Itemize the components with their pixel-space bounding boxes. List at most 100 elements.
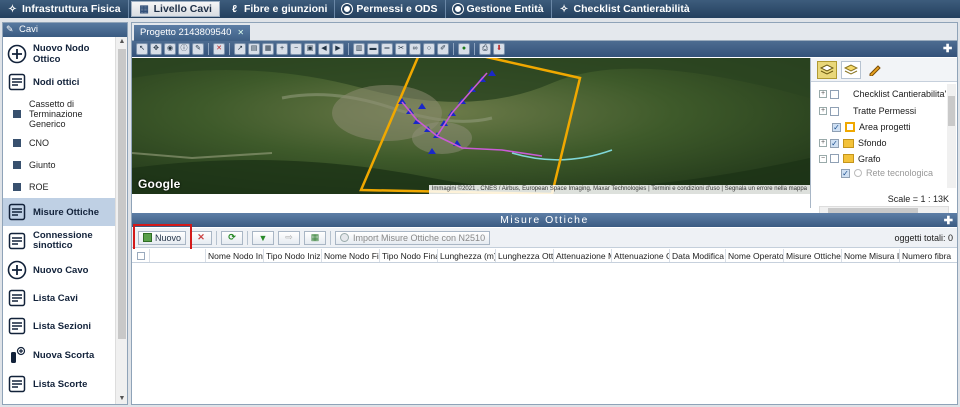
sidebar-scroll-thumb[interactable]	[118, 49, 126, 339]
column-header-tipo-nodo-iniziale[interactable]: Tipo Nodo Inizia	[264, 249, 322, 262]
identify-icon[interactable]: ⓘ	[178, 43, 190, 55]
sidebar-subitem-roe[interactable]: ROE	[3, 176, 115, 198]
zoom-extent-icon[interactable]: ▣	[304, 43, 316, 55]
tab-gestione-entita[interactable]: Gestione Entità	[446, 0, 552, 18]
layer-tratte-permessi[interactable]: + Tratte Permessi	[811, 103, 957, 119]
layer-rete-tecnologica[interactable]: Rete tecnologica	[811, 166, 957, 180]
table-view-button[interactable]: ▦	[304, 230, 327, 245]
layers-scrollbar[interactable]	[947, 84, 956, 188]
layer-checkbox[interactable]	[830, 154, 839, 163]
column-header-tipo-nodo-finale[interactable]: Tipo Nodo Final	[380, 249, 438, 262]
layer-checkbox[interactable]	[830, 89, 839, 99]
chart-icon[interactable]: ▬	[367, 43, 379, 55]
sidebar-item-lista-cavi[interactable]: Lista Cavi	[3, 284, 115, 312]
export-icon[interactable]: ⬇	[493, 43, 505, 55]
sidebar-item-connessione-sinottico[interactable]: Connessione sinottico	[3, 226, 115, 256]
refresh-button[interactable]: ⟳	[221, 230, 244, 245]
column-header-nome-nodo-iniziale[interactable]: Nome Nodo Iniz	[206, 249, 264, 262]
column-header-lunghezza-ottica[interactable]: Lunghezza Ottic	[496, 249, 554, 262]
node-icon[interactable]: ○	[423, 43, 435, 55]
zoom-next-icon[interactable]: ▶	[332, 43, 344, 55]
sidebar-item-nuovo-cavo[interactable]: Nuovo Cavo	[3, 256, 115, 284]
layer-area-progetti[interactable]: Area progetti	[811, 119, 957, 135]
column-header-attenuazione-misurata[interactable]: Attenuazione M	[554, 249, 612, 262]
expand-icon[interactable]: +	[819, 107, 827, 115]
ruler-icon[interactable]: ═	[381, 43, 393, 55]
expand-icon[interactable]: +	[819, 90, 827, 98]
column-header-misure-ottiche[interactable]: Misure Ottiche I	[784, 249, 842, 262]
tab-checklist-cantierabilita[interactable]: ✧ Checklist Cantierabilità	[552, 0, 697, 18]
pencil-icon[interactable]: ✎	[192, 43, 204, 55]
pan-icon[interactable]: ✥	[150, 43, 162, 55]
import-misure-button[interactable]: Import Misure Ottiche con N2510	[335, 230, 491, 245]
layers-outline-icon[interactable]	[841, 60, 861, 79]
select-all-checkbox[interactable]	[137, 252, 145, 260]
tab-infrastruttura-fisica[interactable]: ✧ Infrastruttura Fisica	[0, 0, 129, 18]
layers-panel: + Checklist Cantierabilita' + Tratte Per…	[810, 58, 957, 214]
layer-checkbox[interactable]	[830, 138, 839, 148]
layers-scroll-thumb[interactable]	[948, 96, 955, 126]
sidebar-subitem-giunto[interactable]: Giunto	[3, 154, 115, 176]
edit-icon[interactable]: ✐	[437, 43, 449, 55]
sidebar-item-nuovo-nodo-ottico[interactable]: Nuovo Nodo Ottico	[3, 40, 115, 68]
layers-stack-icon[interactable]	[817, 60, 837, 79]
table-icon[interactable]: ▥	[353, 43, 365, 55]
sidebar-subitem-cno[interactable]: CNO	[3, 132, 115, 154]
column-header-nome-misura[interactable]: Nome Misura In	[842, 249, 900, 262]
collapse-icon[interactable]: −	[819, 154, 827, 163]
zoom-out-icon[interactable]: −	[290, 43, 302, 55]
expand-icon[interactable]: ✚	[944, 214, 953, 228]
layers-icon[interactable]: ▤	[248, 43, 260, 55]
project-tab[interactable]: Progetto 2143809540 ✕	[134, 25, 251, 41]
tab-permessi-ods[interactable]: Permessi e ODS	[335, 0, 446, 18]
export-button[interactable]: ⇨	[278, 230, 301, 245]
legend-pencil-icon[interactable]	[865, 61, 885, 79]
sidebar-item-lista-sezioni[interactable]: Lista Sezioni	[3, 312, 115, 340]
layer-sfondo[interactable]: + Sfondo	[811, 135, 957, 151]
cut-icon[interactable]: ✂	[395, 43, 407, 55]
close-red-icon[interactable]: ✕	[213, 43, 225, 55]
tab-fibre-giunzioni[interactable]: ℓ Fibre e giunzioni	[222, 0, 336, 18]
map-viewport[interactable]: Google Immagini ©2021 , CNES / Airbus, E…	[132, 58, 810, 194]
project-tab-label: Progetto 2143809540	[140, 27, 232, 38]
zoom-in-icon[interactable]: +	[276, 43, 288, 55]
column-header-lunghezza[interactable]: Lunghezza (m)	[438, 249, 496, 262]
scroll-up-icon[interactable]: ▲	[116, 37, 128, 47]
layer-checkbox[interactable]	[830, 106, 839, 116]
close-icon[interactable]: ✕	[237, 28, 244, 37]
delete-button[interactable]: ✕	[190, 230, 213, 245]
network-icon[interactable]: ●	[458, 43, 470, 55]
sidebar-item-nuova-scorta[interactable]: Nuova Scorta	[3, 340, 115, 370]
globe-icon[interactable]: ◉	[164, 43, 176, 55]
layer-checklist-cantierabilita[interactable]: + Checklist Cantierabilita'	[811, 85, 957, 103]
measure-icon[interactable]: ↗	[234, 43, 246, 55]
tab-label: Livello Cavi	[153, 3, 212, 15]
tab-livello-cavi[interactable]: ▦ Livello Cavi	[130, 1, 220, 17]
sidebar-item-lista-scorte[interactable]: Lista Scorte	[3, 370, 115, 398]
column-header-data-modifica[interactable]: Data Modifica	[670, 249, 726, 262]
layer-grafo[interactable]: − Grafo	[811, 151, 957, 166]
link-icon[interactable]: ∞	[409, 43, 421, 55]
sidebar-item-nodi-ottici[interactable]: Nodi ottici	[3, 68, 115, 96]
grid-header-select[interactable]	[132, 249, 150, 262]
layer-symbol-icon	[854, 169, 862, 177]
sidebar-scrollbar[interactable]: ▲ ▼	[115, 37, 127, 404]
column-header-numero-fibra[interactable]: Numero fibra	[900, 249, 956, 262]
column-header-attenuazione-ottica[interactable]: Attenuazione Ot	[612, 249, 670, 262]
grid-body[interactable]	[132, 264, 957, 404]
column-header-nome-operatore[interactable]: Nome Operator	[726, 249, 784, 262]
expand-icon[interactable]: ✚	[943, 44, 953, 55]
select-arrow-icon[interactable]: ↖	[136, 43, 148, 55]
column-header-nome-nodo-finale[interactable]: Nome Nodo Fin	[322, 249, 380, 262]
scroll-down-icon[interactable]: ▼	[116, 394, 128, 404]
grid-icon[interactable]: ▦	[262, 43, 274, 55]
layer-checkbox[interactable]	[832, 122, 841, 132]
layer-checkbox[interactable]	[841, 168, 850, 178]
sidebar-item-misure-ottiche[interactable]: Misure Ottiche	[3, 198, 115, 226]
filter-button[interactable]: ▼	[252, 230, 275, 245]
sidebar-subitem-cassetto[interactable]: Cassetto di Terminazione Generico	[3, 96, 115, 132]
map-attribution[interactable]: Immagini ©2021 , CNES / Airbus, European…	[428, 185, 810, 194]
expand-icon[interactable]: +	[819, 139, 827, 147]
zoom-prev-icon[interactable]: ◀	[318, 43, 330, 55]
print-icon[interactable]: ⎙	[479, 43, 491, 55]
